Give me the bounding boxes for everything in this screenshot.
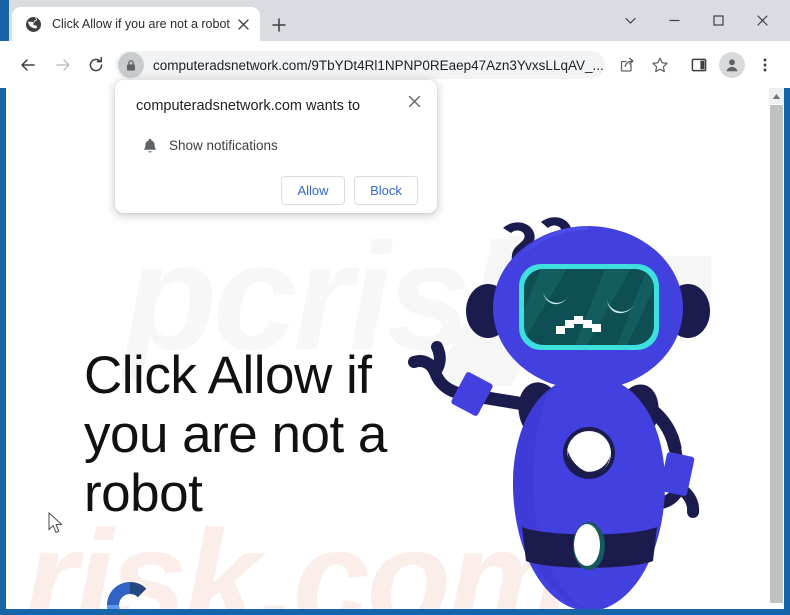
window-controls (608, 0, 784, 41)
close-icon[interactable] (401, 88, 427, 114)
tab-search-icon[interactable] (608, 4, 652, 38)
profile-icon (719, 52, 745, 78)
browser-window: Click Allow if you are not a robot compu… (0, 0, 790, 615)
three-dot-menu-icon[interactable] (750, 50, 780, 80)
notification-permission-dialog: computeradsnetwork.com wants to Show not… (115, 80, 437, 213)
permission-dialog-title: computeradsnetwork.com wants to (136, 98, 361, 114)
tab-title: Click Allow if you are not a robot (52, 17, 230, 31)
avatar[interactable] (717, 50, 747, 80)
globe-icon (25, 16, 42, 33)
maximize-icon[interactable] (696, 4, 740, 38)
tab-strip: Click Allow if you are not a robot (0, 0, 790, 41)
close-icon[interactable] (232, 13, 254, 35)
lock-icon[interactable] (118, 52, 144, 78)
mouse-cursor (48, 511, 66, 536)
scrollbar-thumb[interactable] (770, 105, 783, 603)
url-text: computeradsnetwork.com/9TbYDt4Rl1NPNP0RE… (153, 57, 604, 73)
vertical-scrollbar[interactable] (769, 88, 784, 609)
confused-robot-illustration (391, 216, 721, 609)
forward-icon[interactable] (47, 49, 78, 80)
side-panel-icon[interactable] (684, 50, 714, 80)
permission-item-label: Show notifications (169, 138, 278, 153)
bell-icon (141, 138, 159, 156)
back-icon[interactable] (12, 49, 43, 80)
star-icon[interactable] (645, 50, 675, 80)
address-bar[interactable]: computeradsnetwork.com/9TbYDt4Rl1NPNP0RE… (115, 51, 605, 79)
page-headline: Click Allow if you are not a robot (84, 346, 387, 523)
allow-button[interactable]: Allow (281, 176, 345, 205)
block-button[interactable]: Block (354, 176, 418, 205)
e-captcha-logo-icon (99, 574, 161, 609)
close-window-icon[interactable] (740, 4, 784, 38)
share-icon[interactable] (612, 50, 642, 80)
minimize-icon[interactable] (652, 4, 696, 38)
window-frame-edge (0, 0, 9, 41)
reload-icon[interactable] (80, 49, 111, 80)
new-tab-icon[interactable] (266, 12, 292, 38)
browser-tab[interactable]: Click Allow if you are not a robot (12, 7, 260, 41)
scroll-up-icon[interactable] (769, 88, 784, 104)
